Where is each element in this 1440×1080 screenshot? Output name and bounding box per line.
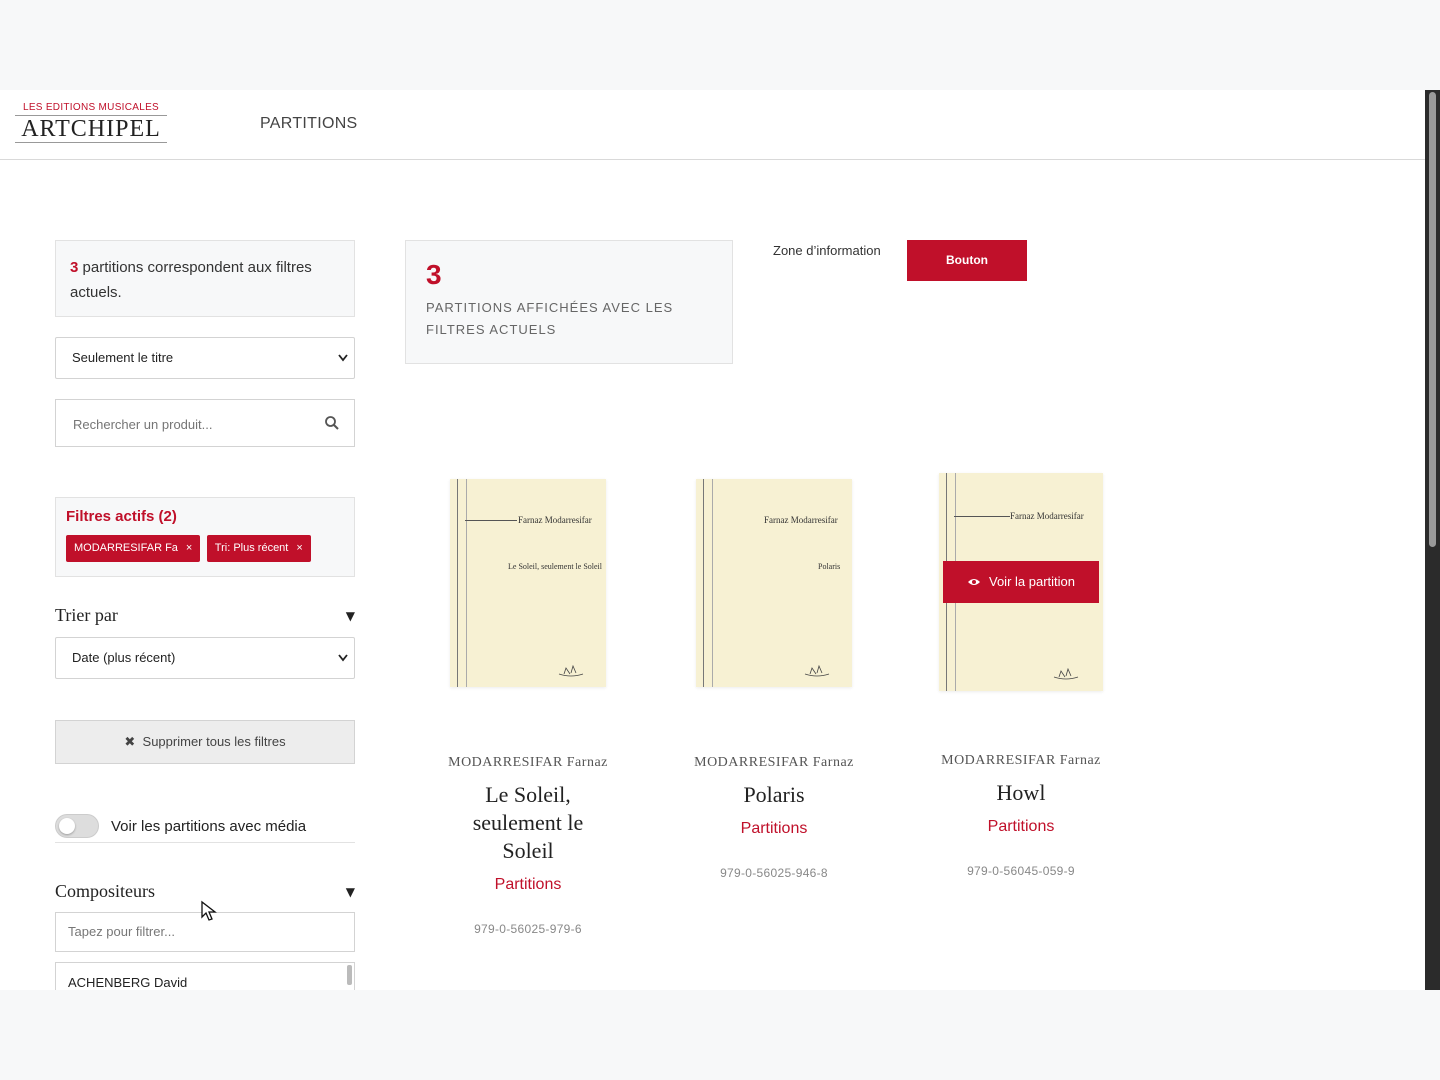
chevron-down-icon [338,638,348,694]
cover-image[interactable]: Farnaz Modarresifar Voir la partition [939,473,1103,691]
ship-emblem [804,665,830,677]
product-category[interactable]: Partitions [898,818,1144,836]
filter-chip-composer[interactable]: MODARRESIFAR Fa × [66,535,201,562]
composer-name: MODARRESIFAR Farnaz [448,755,608,770]
top-header: LES EDITIONS MUSICALES ARTCHIPEL PARTITI… [0,90,1425,160]
cover-title: Polaris [818,562,841,571]
product-search [55,399,355,448]
product-isbn: 979-0-56025-979-6 [474,922,582,936]
chip-label: MODARRESIFAR Fa [74,542,178,554]
composer-list: ACHENBERG David [55,962,355,990]
product-category[interactable]: Partitions [405,876,651,894]
composers-title: Compositeurs [55,881,156,901]
cover-author: Farnaz Modarresifar [1010,511,1084,521]
result-count-text: partitions correspondent aux filtres act… [70,259,312,301]
composer-name: MODARRESIFAR Farnaz [694,755,854,770]
triangle-down-icon: ▼ [345,885,355,899]
nav-partitions-link[interactable]: PARTITIONS [260,115,358,133]
search-scope-select[interactable]: Seulement le titre [55,337,355,379]
app-window: LES EDITIONS MUSICALES ARTCHIPEL PARTITI… [0,90,1425,990]
close-icon[interactable]: × [296,542,302,554]
cover-rule [954,516,1010,517]
clear-filters-label: Supprimer tous les filtres [142,734,286,749]
logo-title: ARTCHIPEL [15,116,167,143]
stat-label: PARTITIONS AFFICHÉES AVEC LES FILTRES AC… [426,300,674,337]
active-filters-title: Filtres actifs (2) [66,508,177,525]
view-score-label: Voir la partition [989,574,1075,589]
cover-title: Le Soleil, seulement le Soleil [508,562,602,571]
product-title[interactable]: Polaris [651,781,897,809]
product-isbn: 979-0-56045-059-9 [967,864,1075,878]
media-toggle[interactable] [55,814,99,838]
triangle-down-icon: ▼ [345,609,355,623]
view-score-button[interactable]: Voir la partition [943,561,1099,603]
page-scrollbar[interactable] [1425,90,1440,990]
eye-icon [968,579,980,585]
logo-subtitle: LES EDITIONS MUSICALES [15,102,167,116]
close-icon[interactable]: × [186,542,192,554]
site-logo[interactable]: LES EDITIONS MUSICALES ARTCHIPEL [15,102,167,146]
clear-filters-button[interactable]: ✖ Supprimer tous les filtres [55,720,355,764]
ship-emblem [1053,668,1079,680]
cover-rule [465,520,517,521]
media-toggle-row: Voir les partitions avec média [55,812,355,843]
product-isbn: 979-0-56025-946-8 [720,866,828,880]
chevron-down-icon [338,338,348,394]
composer-list-item[interactable]: ACHENBERG David [68,975,187,990]
cover-author: Farnaz Modarresifar [518,515,592,525]
product-category[interactable]: Partitions [651,820,897,838]
sort-value: Date (plus récent) [72,650,176,665]
sort-select[interactable]: Date (plus récent) [55,637,355,679]
sort-title: Trier par [55,605,118,625]
info-zone-label: Zone d’information [773,243,881,258]
active-filters-box: Filtres actifs (2) MODARRESIFAR Fa × Tri:… [55,497,355,577]
cover-author: Farnaz Modarresifar [764,515,838,525]
cursor-icon [201,900,217,921]
result-count-box: 3 partitions correspondent aux filtres a… [55,240,355,317]
toggle-knob [59,818,75,834]
close-icon: ✖ [124,734,136,749]
cover-image[interactable]: Farnaz Modarresifar Polaris [696,479,852,687]
composer-name: MODARRESIFAR Farnaz [941,753,1101,768]
media-toggle-label: Voir les partitions avec média [111,818,307,835]
stat-count: 3 [426,259,442,290]
product-title[interactable]: Le Soleil, seulement le Soleil [405,781,651,865]
cover-image[interactable]: Farnaz Modarresifar Le Soleil, seulement… [450,479,606,687]
product-title[interactable]: Howl [898,779,1144,807]
ship-emblem [558,665,584,677]
cover-spine [703,479,713,687]
info-button[interactable]: Bouton [907,240,1027,281]
sort-section-header[interactable]: Trier par ▼ [55,605,355,626]
filter-chip-sort[interactable]: Tri: Plus récent × [206,535,311,562]
search-icon[interactable] [324,415,340,431]
cover-spine [457,479,467,687]
list-scrollbar[interactable] [347,965,352,985]
search-input[interactable] [71,400,315,448]
search-scope-value: Seulement le titre [72,350,174,365]
chip-label: Tri: Plus récent [214,542,289,554]
results-stat-box: 3 PARTITIONS AFFICHÉES AVEC LES FILTRES … [405,240,733,364]
scrollbar-thumb[interactable] [1429,92,1436,547]
composers-section-header[interactable]: Compositeurs ▼ [55,881,355,902]
